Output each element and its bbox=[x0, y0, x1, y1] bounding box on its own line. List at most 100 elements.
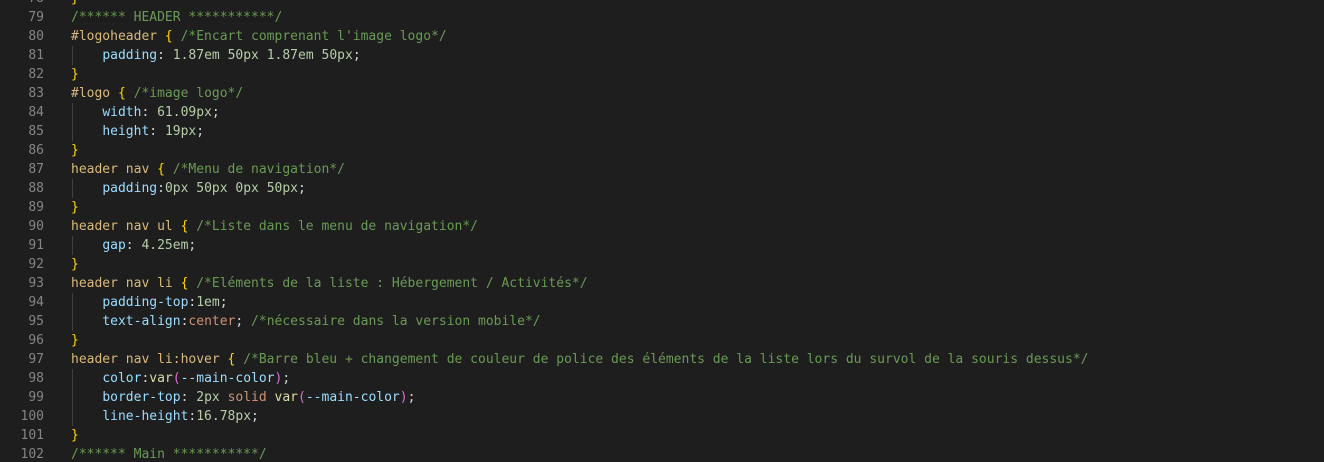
line-number: 85 bbox=[28, 124, 44, 139]
code-text: #logo { /*image logo*/ bbox=[71, 84, 243, 103]
code-text: header nav ul { /*Liste dans le menu de … bbox=[71, 217, 478, 236]
code-line[interactable]: 89} bbox=[0, 198, 1324, 217]
code-text: /****** Main ***********/ bbox=[71, 445, 267, 462]
code-line[interactable]: 100 line-height:16.78px; bbox=[0, 407, 1324, 426]
code-text: header nav li { /*Eléments de la liste :… bbox=[71, 274, 588, 293]
line-number: 87 bbox=[28, 162, 44, 177]
code-line[interactable]: 99 border-top: 2px solid var(--main-colo… bbox=[0, 388, 1324, 407]
punctuation-token bbox=[110, 86, 118, 101]
number-token: 19px bbox=[164, 124, 197, 139]
comment-token: /****** Main ***********/ bbox=[71, 447, 267, 462]
punctuation-token: ; bbox=[352, 48, 361, 63]
function-token: var bbox=[149, 371, 173, 386]
selector-token: header nav li:hover bbox=[71, 352, 220, 367]
line-number: 90 bbox=[28, 219, 44, 234]
punctuation-token: ; bbox=[235, 314, 252, 329]
number-token: 2px bbox=[196, 390, 220, 405]
punctuation-token: ; bbox=[251, 409, 259, 424]
code-line[interactable]: 84 width: 61.09px; bbox=[0, 103, 1324, 122]
property-token: width bbox=[102, 105, 142, 120]
number-token: 16.78px bbox=[196, 409, 252, 424]
punctuation-token bbox=[314, 48, 322, 63]
punctuation-token: ; bbox=[188, 238, 197, 253]
punctuation-token: : bbox=[180, 390, 197, 405]
comment-token: /*Liste dans le menu de navigation*/ bbox=[196, 219, 478, 234]
code-text: } bbox=[71, 426, 79, 445]
code-line[interactable]: 92} bbox=[0, 255, 1324, 274]
code-text: width: 61.09px; bbox=[71, 103, 219, 122]
code-line[interactable]: 83 #logo { /*image logo*/ bbox=[0, 84, 1324, 103]
code-line[interactable]: 78} bbox=[0, 0, 1324, 8]
code-line[interactable]: 79 /****** HEADER ***********/ bbox=[0, 8, 1324, 27]
line-number: 98 bbox=[28, 371, 44, 386]
comment-token: /*Encart comprenant l'image logo*/ bbox=[180, 29, 447, 44]
punctuation-token: : bbox=[157, 48, 173, 63]
line-number: 100 bbox=[20, 409, 44, 424]
punctuation-token bbox=[220, 352, 228, 367]
punctuation-token bbox=[149, 162, 157, 177]
line-number: 80 bbox=[28, 29, 44, 44]
code-line[interactable]: 85 height: 19px; bbox=[0, 122, 1324, 141]
line-number: 78 bbox=[0, 0, 44, 8]
punctuation-token bbox=[173, 219, 181, 234]
line-number: 95 bbox=[28, 314, 44, 329]
code-line[interactable]: 91 gap: 4.25em; bbox=[0, 236, 1324, 255]
code-text: } bbox=[71, 0, 79, 8]
punctuation-token: : bbox=[141, 105, 158, 120]
line-number: 88 bbox=[28, 181, 44, 196]
property-token: height bbox=[102, 124, 150, 139]
line-number: 86 bbox=[28, 143, 44, 158]
code-line[interactable]: 82} bbox=[0, 65, 1324, 84]
brace-token: } bbox=[71, 257, 79, 272]
code-lines[interactable]: 78}79/****** HEADER ***********/80#logoh… bbox=[0, 0, 1324, 462]
brace-token: { bbox=[164, 29, 173, 44]
punctuation-token bbox=[165, 162, 173, 177]
code-line[interactable]: 98 color:var(--main-color); bbox=[0, 369, 1324, 388]
line-number: 93 bbox=[28, 276, 44, 291]
code-text: height: 19px; bbox=[71, 122, 204, 141]
property-token: padding bbox=[102, 48, 158, 63]
code-text: } bbox=[71, 331, 79, 350]
paren-token: ( bbox=[298, 390, 306, 405]
number-token: 50px bbox=[266, 181, 299, 196]
punctuation-token: ; bbox=[196, 124, 205, 139]
code-line[interactable]: 90 header nav ul { /*Liste dans le menu d… bbox=[0, 217, 1324, 236]
code-text: gap: 4.25em; bbox=[71, 236, 196, 255]
code-line[interactable]: 97 header nav li:hover { /*Barre bleu + c… bbox=[0, 350, 1324, 369]
punctuation-token bbox=[71, 105, 102, 120]
number-token: 1.87em bbox=[266, 48, 314, 63]
code-editor[interactable]: 78}79/****** HEADER ***********/80#logoh… bbox=[0, 0, 1324, 462]
code-line[interactable]: 81 padding: 1.87em 50px 1.87em 50px; bbox=[0, 46, 1324, 65]
line-number: 91 bbox=[28, 238, 44, 253]
number-token: 1em bbox=[196, 295, 220, 310]
comment-token: /*nécessaire dans la version mobile*/ bbox=[251, 314, 541, 329]
code-line[interactable]: 94 padding-top:1em; bbox=[0, 293, 1324, 312]
line-number: 92 bbox=[28, 257, 44, 272]
code-text: padding-top:1em; bbox=[71, 293, 227, 312]
punctuation-token: : bbox=[157, 181, 165, 196]
code-line[interactable]: 101} bbox=[0, 426, 1324, 445]
punctuation-token: ; bbox=[298, 181, 306, 196]
punctuation-token bbox=[157, 29, 165, 44]
line-number: 99 bbox=[28, 390, 44, 405]
selector-token: #logo bbox=[71, 86, 111, 101]
punctuation-token bbox=[126, 86, 134, 101]
line-number: 83 bbox=[28, 86, 44, 101]
comment-token: /*Barre bleu + changement de couleur de … bbox=[243, 352, 1089, 367]
selector-token: #logoheader bbox=[71, 29, 158, 44]
brace-token: } bbox=[71, 428, 79, 443]
code-line[interactable]: 95 text-align:center; /*nécessaire dans … bbox=[0, 312, 1324, 331]
code-text: header nav { /*Menu de navigation*/ bbox=[71, 160, 345, 179]
number-token: 50px bbox=[321, 48, 353, 63]
code-line[interactable]: 80 #logoheader { /*Encart comprenant l'im… bbox=[0, 27, 1324, 46]
code-line[interactable]: 102 /****** Main ***********/ bbox=[0, 445, 1324, 462]
code-line[interactable]: 93 header nav li { /*Eléments de la liste… bbox=[0, 274, 1324, 293]
punctuation-token bbox=[173, 29, 181, 44]
line-number: 81 bbox=[28, 48, 44, 63]
code-line[interactable]: 88 padding:0px 50px 0px 50px; bbox=[0, 179, 1324, 198]
code-line[interactable]: 86} bbox=[0, 141, 1324, 160]
code-line[interactable]: 87 header nav { /*Menu de navigation*/ bbox=[0, 160, 1324, 179]
number-token: 61.09px bbox=[157, 105, 212, 120]
code-line[interactable]: 96} bbox=[0, 331, 1324, 350]
selector-token: header nav bbox=[71, 162, 150, 177]
